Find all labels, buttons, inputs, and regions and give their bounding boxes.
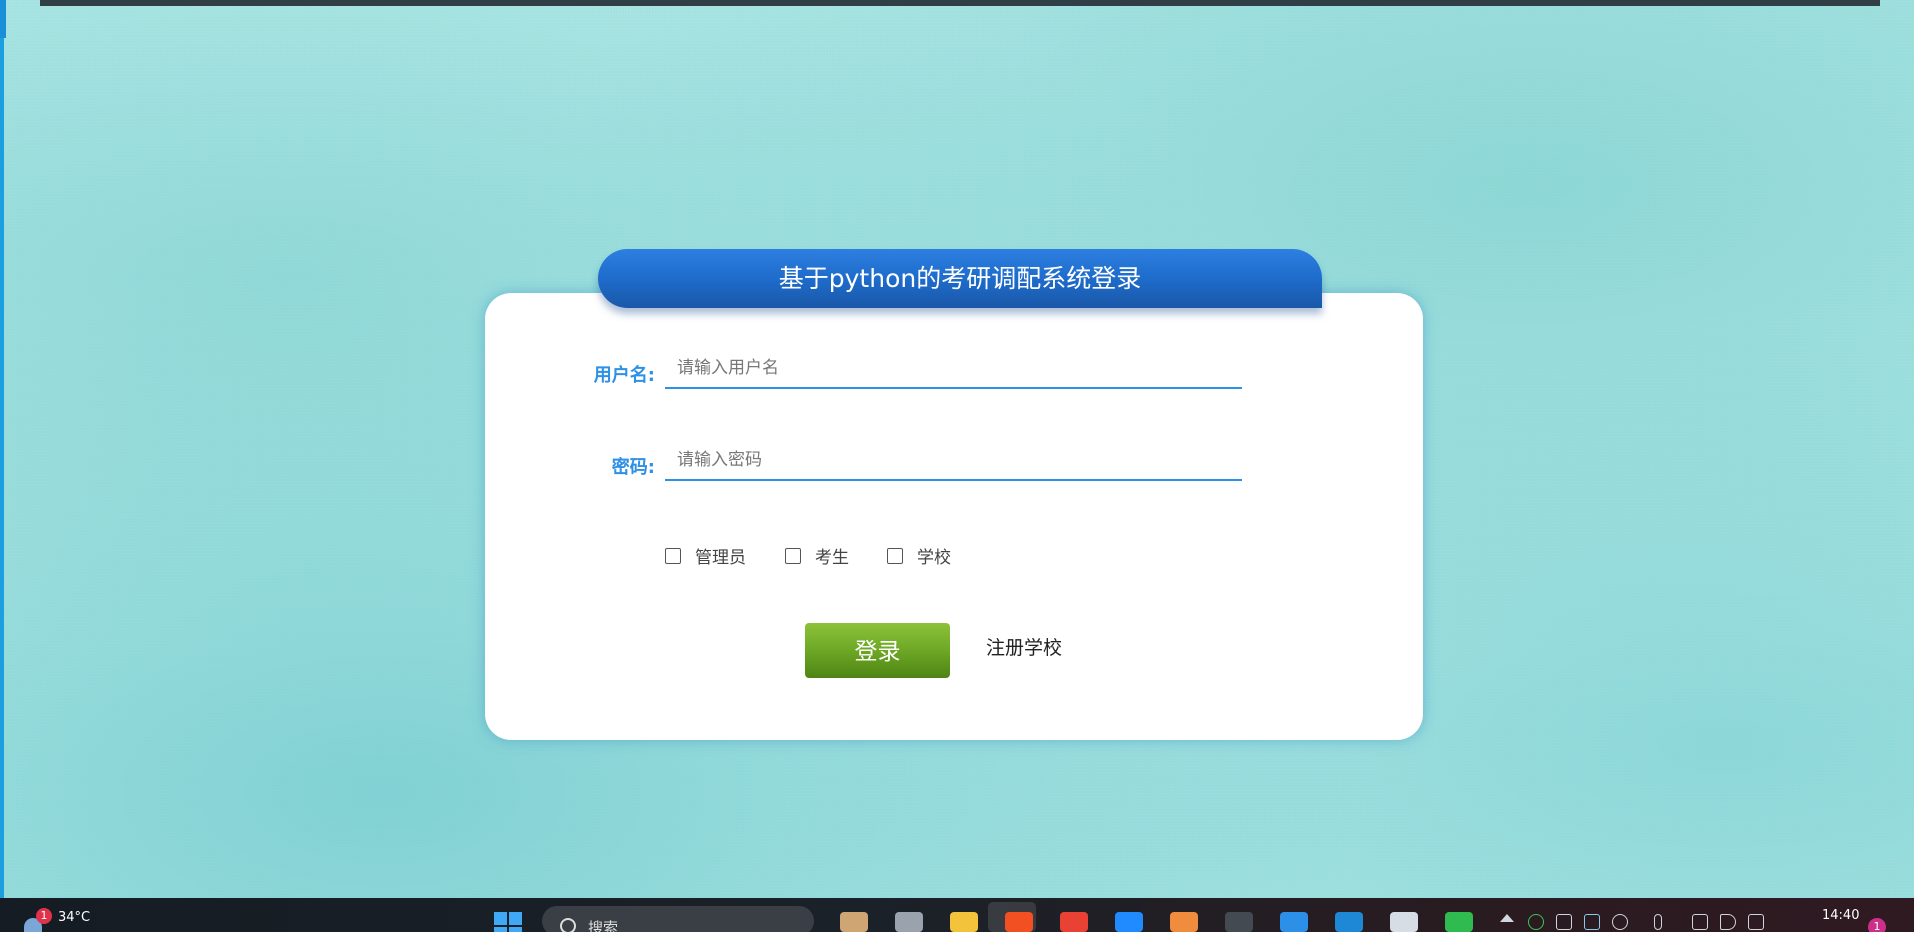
weather-badge: 1 (36, 908, 52, 924)
checkbox-icon (785, 547, 801, 564)
role-student-label: 考生 (815, 548, 849, 568)
checkbox-icon (887, 547, 903, 564)
password-input[interactable] (665, 441, 1242, 481)
password-label: 密码: (611, 457, 655, 478)
browser-top-edge (40, 0, 1880, 6)
weather-temperature[interactable]: 34°C (58, 910, 90, 925)
widgets-icon[interactable] (840, 912, 868, 932)
wechat-icon[interactable] (1445, 912, 1473, 932)
login-button[interactable]: 登录 (805, 623, 950, 678)
notification-badge[interactable]: 1 (1868, 918, 1886, 932)
role-school-label: 学校 (917, 548, 951, 568)
tray-qq-icon[interactable] (1612, 914, 1628, 930)
window-left-edge (0, 0, 4, 900)
windows-start-icon[interactable] (494, 912, 524, 932)
edge-search-icon[interactable] (1335, 912, 1363, 932)
role-admin-label: 管理员 (695, 548, 746, 568)
microphone-icon[interactable] (1654, 914, 1662, 930)
tray-screenshot-icon[interactable] (1584, 914, 1600, 930)
tray-overflow-icon[interactable] (1500, 914, 1514, 922)
store-icon[interactable] (1005, 912, 1033, 932)
file-explorer-icon[interactable] (950, 912, 978, 932)
taskbar: 1 34°C 搜索 14:40 1 (0, 898, 1914, 932)
login-title: 基于python的考研调配系统登录 (598, 249, 1322, 308)
register-school-link[interactable]: 注册学校 (986, 633, 1062, 660)
desktop-screen: 基于python的考研调配系统登录 用户名: 密码: 管理员 考生 学校 登录 … (0, 0, 1914, 932)
checkbox-icon (665, 547, 681, 564)
volume-icon[interactable] (1720, 914, 1736, 930)
vscode-icon[interactable] (1280, 912, 1308, 932)
copilot-icon[interactable] (1170, 912, 1198, 932)
task-view-icon[interactable] (895, 912, 923, 932)
pycharm-icon[interactable] (1115, 912, 1143, 932)
terminal-icon[interactable] (1225, 912, 1253, 932)
qq-icon[interactable] (1390, 912, 1418, 932)
tray-wechat-icon[interactable] (1528, 914, 1544, 930)
role-admin-checkbox[interactable]: 管理员 (665, 543, 746, 568)
search-icon (560, 918, 576, 932)
battery-icon[interactable] (1748, 914, 1764, 930)
username-label: 用户名: (593, 365, 655, 386)
role-student-checkbox[interactable]: 考生 (785, 543, 849, 568)
clock-time[interactable]: 14:40 (1822, 908, 1859, 923)
username-input[interactable] (665, 349, 1242, 389)
network-icon[interactable] (1692, 914, 1708, 930)
search-placeholder: 搜索 (588, 919, 619, 932)
taskbar-search[interactable]: 搜索 (542, 906, 814, 932)
tray-mail-icon[interactable] (1556, 914, 1572, 930)
role-school-checkbox[interactable]: 学校 (887, 543, 951, 568)
chrome-icon[interactable] (1060, 912, 1088, 932)
window-left-edge-accent (0, 0, 6, 38)
